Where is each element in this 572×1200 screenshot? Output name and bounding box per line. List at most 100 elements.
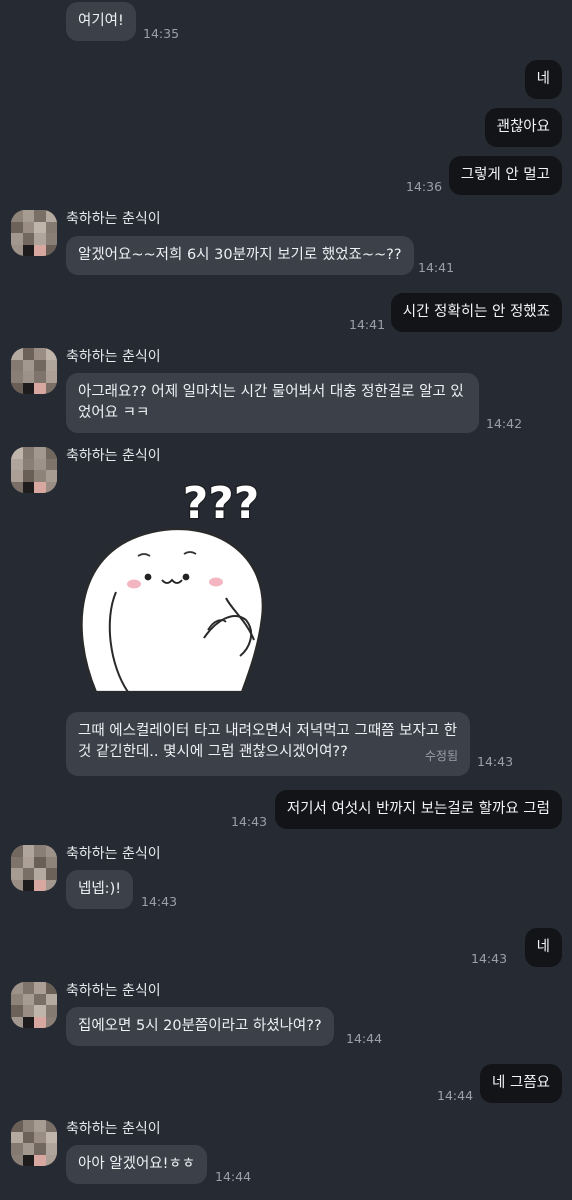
- avatar-mosaic-tile: [34, 1154, 46, 1166]
- avatar-mosaic-tile: [11, 382, 23, 394]
- avatar-mosaic-tile: [45, 1154, 57, 1166]
- avatar-mosaic-tile: [22, 993, 34, 1005]
- avatar-mosaic-tile: [11, 1154, 23, 1166]
- message-bubble-incoming[interactable]: 아그래요?? 어제 일마치는 시간 물어봐서 대충 정한걸로 알고 있었어요 ㅋ…: [66, 373, 479, 433]
- avatar-mosaic-tile: [45, 447, 57, 459]
- avatar-mosaic-tile: [22, 210, 34, 222]
- message-bubble-incoming[interactable]: 여기여!: [66, 2, 136, 41]
- message-bubble-outgoing[interactable]: 네: [524, 60, 562, 99]
- avatar-mosaic-tile: [22, 244, 34, 256]
- avatar-mosaic-tile: [34, 382, 46, 394]
- avatar-mosaic-tile: [22, 879, 34, 891]
- avatar-mosaic-tile: [45, 481, 57, 493]
- avatar-mosaic-tile: [45, 348, 57, 360]
- avatar-mosaic-tile: [11, 982, 23, 994]
- message-time: 14:44: [346, 1031, 383, 1046]
- avatar-mosaic-tile: [11, 879, 23, 891]
- avatar-mosaic-tile: [22, 845, 34, 857]
- avatar-mosaic-tile: [11, 993, 23, 1005]
- avatar-mosaic-tile: [22, 1120, 34, 1132]
- avatar-mosaic-tile: [11, 1131, 23, 1143]
- avatar-mosaic-tile: [22, 221, 34, 233]
- avatar-mosaic-tile: [45, 233, 57, 245]
- avatar-mosaic-tile: [22, 1154, 34, 1166]
- contact-avatar[interactable]: [11, 1120, 57, 1166]
- avatar-mosaic-tile: [22, 481, 34, 493]
- contact-name: 축하하는 춘식이: [66, 349, 161, 365]
- avatar-mosaic-tile: [22, 1016, 34, 1028]
- sticker-image[interactable]: ???: [76, 470, 276, 692]
- avatar-mosaic-tile: [45, 845, 57, 857]
- avatar-mosaic-tile: [11, 856, 23, 868]
- avatar-mosaic-tile: [34, 993, 46, 1005]
- avatar-mosaic-tile: [11, 1120, 23, 1132]
- contact-avatar[interactable]: [11, 982, 57, 1028]
- avatar-mosaic-tile: [11, 470, 23, 482]
- edited-label: 수정됨: [424, 749, 458, 763]
- avatar-mosaic-tile: [45, 359, 57, 371]
- avatar-mosaic-tile: [11, 221, 23, 233]
- message-time: 14:44: [437, 1088, 474, 1103]
- avatar-mosaic-tile: [45, 221, 57, 233]
- message-bubble-outgoing[interactable]: 네: [524, 928, 562, 967]
- contact-avatar[interactable]: [11, 210, 57, 256]
- contact-avatar[interactable]: [11, 845, 57, 891]
- sticker-question-marks: ???: [183, 478, 260, 529]
- message-bubble-incoming[interactable]: 넵넵:)!: [66, 870, 134, 909]
- message-bubble-incoming[interactable]: 집에오면 5시 20분쯤이라고 하셨나여??: [66, 1007, 334, 1046]
- avatar-mosaic-tile: [45, 1016, 57, 1028]
- avatar-mosaic-tile: [34, 845, 46, 857]
- contact-avatar[interactable]: [11, 348, 57, 394]
- contact-name: 축하하는 춘식이: [66, 846, 161, 862]
- avatar-mosaic-tile: [45, 879, 57, 891]
- avatar-mosaic-tile: [34, 481, 46, 493]
- message-bubble-incoming[interactable]: 알겠어요~~저희 6시 30분까지 보기로 했었죠~~??: [66, 236, 414, 275]
- avatar-mosaic-tile: [45, 458, 57, 470]
- avatar-mosaic-tile: [11, 1016, 23, 1028]
- message-bubble-outgoing[interactable]: 시간 정확히는 안 정했죠: [390, 293, 562, 332]
- avatar-mosaic-tile: [34, 1016, 46, 1028]
- message-time: 14:44: [215, 1169, 252, 1184]
- avatar-mosaic-tile: [22, 470, 34, 482]
- avatar-mosaic-tile: [45, 856, 57, 868]
- contact-name: 축하하는 춘식이: [66, 983, 161, 999]
- message-text: 그때 에스컬레이터 타고 내려오면서 저녁먹고 그때쯤 보자고 한 것 같긴한데…: [78, 723, 458, 760]
- message-bubble-outgoing[interactable]: 저기서 여섯시 반까지 보는걸로 할까요 그럼: [274, 790, 562, 829]
- avatar-mosaic-tile: [34, 470, 46, 482]
- contact-name: 축하하는 춘식이: [66, 1121, 161, 1137]
- avatar-mosaic-tile: [34, 359, 46, 371]
- avatar-mosaic-tile: [34, 1131, 46, 1143]
- avatar-mosaic-tile: [34, 244, 46, 256]
- avatar-mosaic-tile: [45, 993, 57, 1005]
- message-bubble-outgoing[interactable]: 괜찮아요: [484, 108, 562, 147]
- avatar-mosaic-tile: [11, 233, 23, 245]
- avatar-mosaic-tile: [22, 348, 34, 360]
- avatar-mosaic-tile: [34, 458, 46, 470]
- message-bubble-incoming[interactable]: 그때 에스컬레이터 타고 내려오면서 저녁먹고 그때쯤 보자고 한 것 같긴한데…: [66, 712, 470, 776]
- avatar-mosaic-tile: [22, 982, 34, 994]
- avatar-mosaic-tile: [22, 1143, 34, 1155]
- avatar-mosaic-tile: [11, 359, 23, 371]
- avatar-mosaic-tile: [45, 1005, 57, 1017]
- contact-name: 축하하는 춘식이: [66, 211, 161, 227]
- avatar-mosaic-tile: [22, 1005, 34, 1017]
- message-bubble-outgoing[interactable]: 그렇게 안 멀고: [448, 156, 562, 195]
- avatar-mosaic-tile: [45, 371, 57, 383]
- contact-avatar[interactable]: [11, 447, 57, 493]
- avatar-mosaic-tile: [11, 845, 23, 857]
- avatar-mosaic-tile: [45, 868, 57, 880]
- message-bubble-incoming[interactable]: 아아 알겠어요!ㅎㅎ: [66, 1145, 208, 1184]
- avatar-mosaic-tile: [34, 371, 46, 383]
- avatar-mosaic-tile: [22, 458, 34, 470]
- avatar-mosaic-tile: [22, 868, 34, 880]
- avatar-mosaic-tile: [11, 447, 23, 459]
- message-bubble-outgoing[interactable]: 네 그쯤요: [480, 1064, 562, 1103]
- avatar-mosaic-tile: [34, 348, 46, 360]
- avatar-mosaic-tile: [34, 868, 46, 880]
- message-time: 14:35: [143, 26, 180, 41]
- avatar-mosaic-tile: [22, 1131, 34, 1143]
- avatar-mosaic-tile: [45, 1120, 57, 1132]
- message-time: 14:43: [477, 754, 514, 769]
- avatar-mosaic-tile: [34, 1120, 46, 1132]
- avatar-mosaic-tile: [34, 1005, 46, 1017]
